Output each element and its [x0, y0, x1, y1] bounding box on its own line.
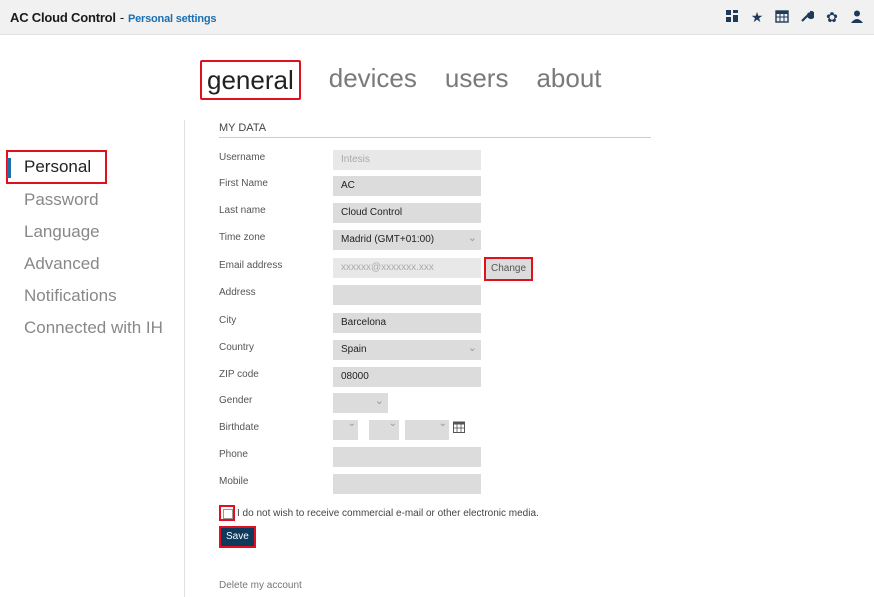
checkbox-box [223, 509, 233, 519]
mobile-field[interactable] [333, 474, 481, 494]
sidebar-item-advanced[interactable]: Advanced [0, 248, 163, 280]
username-field: Intesis [333, 150, 481, 170]
gear-icon[interactable]: ✿ [824, 9, 840, 25]
time-zone-label: Time zone [219, 232, 266, 243]
app-title: AC Cloud Control - Personal settings [10, 10, 216, 25]
sidebar-item-notifications[interactable]: Notifications [0, 280, 163, 312]
divider [184, 120, 185, 597]
save-button[interactable]: Save [219, 526, 256, 548]
tab-about[interactable]: about [536, 60, 601, 100]
first-name-field[interactable]: AC [333, 176, 481, 196]
city-label: City [219, 315, 237, 326]
optout-text: I do not wish to receive commercial e-ma… [237, 508, 539, 519]
last-name-label: Last name [219, 205, 266, 216]
phone-label: Phone [219, 449, 248, 460]
city-field[interactable]: Barcelona [333, 313, 481, 333]
dashboard-icon[interactable] [724, 9, 740, 25]
star-icon[interactable]: ★ [749, 9, 765, 25]
zip-label: ZIP code [219, 369, 259, 380]
gender-label: Gender [219, 395, 253, 406]
address-label: Address [219, 287, 256, 298]
user-icon[interactable] [849, 9, 865, 25]
username-label: Username [219, 152, 266, 163]
address-field[interactable] [333, 285, 481, 305]
app-name: AC Cloud Control [10, 10, 116, 25]
title-separator: - [119, 10, 124, 25]
email-field: xxxxxx@xxxxxxx.xxx [333, 258, 481, 278]
top-icons: ★ ✿ [724, 9, 874, 25]
country-select[interactable]: Spain [333, 338, 481, 360]
sidebar: Personal Password Language Advanced Noti… [0, 150, 163, 344]
birth-year-select[interactable] [405, 418, 449, 440]
calendar-icon[interactable] [453, 421, 465, 433]
zip-field[interactable]: 08000 [333, 367, 481, 387]
mobile-label: Mobile [219, 476, 249, 487]
email-label: Email address [219, 260, 283, 271]
calendar-icon[interactable] [774, 9, 790, 25]
top-bar: AC Cloud Control - Personal settings ★ ✿ [0, 0, 874, 35]
sidebar-item-language[interactable]: Language [0, 216, 163, 248]
birthdate-label: Birthdate [219, 422, 260, 433]
section-title: MY DATA [219, 122, 651, 138]
time-zone-select[interactable]: Madrid (GMT+01:00) [333, 228, 481, 250]
birth-day-select[interactable] [333, 418, 358, 440]
gender-select[interactable] [333, 391, 388, 413]
sidebar-item-connected-ih[interactable]: Connected with IH [0, 312, 163, 344]
sidebar-item-password[interactable]: Password [0, 184, 163, 216]
tab-general[interactable]: general [200, 60, 301, 100]
change-email-button[interactable]: Change [484, 257, 534, 281]
tab-users[interactable]: users [445, 60, 509, 100]
country-label: Country [219, 342, 255, 353]
tab-devices[interactable]: devices [329, 60, 417, 100]
sidebar-item-personal[interactable]: Personal [6, 150, 107, 184]
phone-field[interactable] [333, 447, 481, 467]
optout-checkbox[interactable] [219, 505, 235, 521]
wrench-icon[interactable] [799, 9, 816, 25]
first-name-label: First Name [219, 178, 268, 189]
delete-account-link[interactable]: Delete my account [219, 580, 302, 591]
page-name[interactable]: Personal settings [128, 13, 216, 25]
settings-tabs: general devices users about [200, 60, 630, 100]
birth-month-select[interactable] [369, 418, 399, 440]
last-name-field[interactable]: Cloud Control [333, 203, 481, 223]
